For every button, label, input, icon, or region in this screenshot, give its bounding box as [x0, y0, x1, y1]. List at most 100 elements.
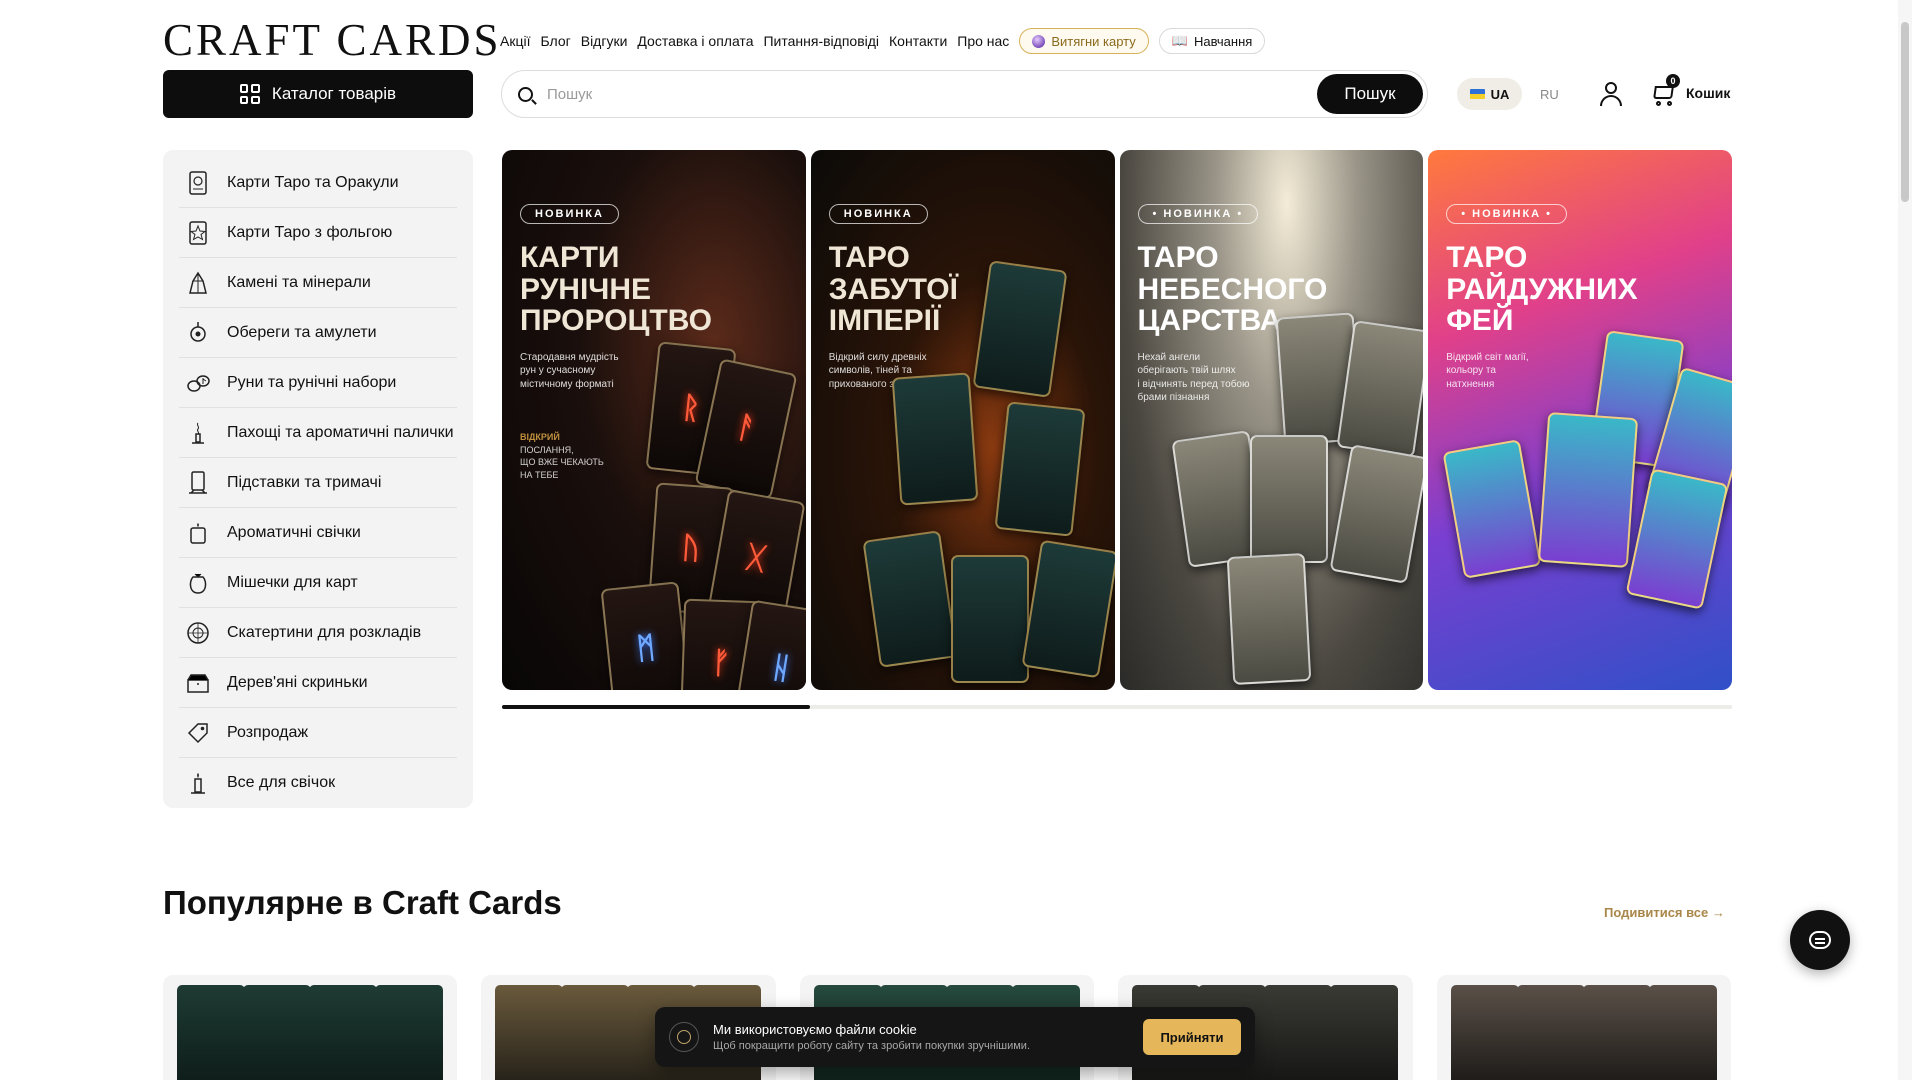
sidebar-item-7[interactable]: Ароматичні свічки	[179, 508, 457, 558]
banner-runic-prophecy[interactable]: НОВИНКА КАРТИ РУНІЧНЕ ПРОРОЦТВО Стародав…	[502, 150, 806, 690]
carousel-progress-fill	[502, 705, 810, 709]
search-input[interactable]	[547, 85, 1317, 103]
sidebar-item-6[interactable]: Підставки та тримачі	[179, 458, 457, 508]
top-navigation: Акції Блог Відгуки Доставка і оплата Пит…	[500, 28, 1266, 54]
sidebar-item-4[interactable]: Руни та рунічні набори	[179, 358, 457, 408]
stand-icon	[183, 468, 213, 498]
banner-card-art	[1120, 312, 1424, 690]
sidebar-item-label: Підставки та тримачі	[227, 473, 382, 491]
section-title: Популярне в Craft Cards	[163, 884, 562, 921]
cart-count-badge: 0	[1666, 74, 1680, 88]
new-badge: • НОВИНКА •	[1137, 204, 1259, 224]
grid-icon	[239, 84, 260, 104]
sidebar-item-3[interactable]: Обереги та амулети	[179, 308, 457, 358]
sidebar-item-10[interactable]: Дерев'яні скриньки	[179, 658, 457, 708]
sidebar-item-5[interactable]: Пахощі та ароматичні палички	[179, 408, 457, 458]
banner-title: КАРТИ РУНІЧНЕ ПРОРОЦТВО	[520, 241, 712, 337]
new-badge: НОВИНКА	[520, 204, 619, 224]
chat-button[interactable]	[1790, 910, 1850, 970]
cookie-banner: Ми використовуємо файли cookie Щоб покра…	[655, 1007, 1255, 1067]
learning-button[interactable]: 📖 Навчання	[1158, 28, 1266, 54]
cookie-icon	[669, 1022, 699, 1052]
nav-link-blog[interactable]: Блог	[540, 33, 570, 49]
incense-icon	[183, 418, 213, 448]
crystal-icon	[183, 268, 213, 298]
arrow-right-icon: →	[1711, 905, 1725, 920]
catalog-label: Каталог товарів	[271, 84, 397, 103]
chat-icon	[1809, 931, 1831, 949]
ukraine-flag-icon	[1469, 89, 1485, 99]
sidebar-item-label: Обереги та амулети	[227, 323, 377, 341]
sidebar-item-label: Розпродаж	[227, 723, 309, 741]
banner-heavenly-kingdom[interactable]: • НОВИНКА • ТАРО НЕБЕСНОГО ЦАРСТВА Нехай…	[1119, 150, 1424, 690]
category-sidebar: Карти Таро та Оракули Карти Таро з фольго…	[163, 150, 473, 808]
cookie-subtitle: Щоб покращити роботу сайту та зробити по…	[713, 1040, 1031, 1052]
learning-label: Навчання	[1193, 33, 1253, 49]
carousel-progress[interactable]	[502, 705, 1732, 709]
wooden-box-icon	[183, 668, 213, 698]
nav-link-reviews[interactable]: Відгуки	[581, 33, 628, 49]
cart-button[interactable]: 0 Кошик	[1650, 74, 1731, 106]
pouch-icon	[183, 568, 213, 598]
sidebar-item-8[interactable]: Мішечки для карт	[179, 558, 457, 608]
nav-link-about[interactable]: Про нас	[957, 33, 1009, 49]
site-logo[interactable]: CRAFT CARDS	[163, 14, 502, 66]
nav-link-contacts[interactable]: Контакти	[889, 33, 947, 49]
see-all-link[interactable]: Подивитися все →	[1604, 905, 1725, 920]
catalog-button[interactable]: Каталог товарів	[163, 70, 473, 118]
sidebar-item-label: Пахощі та ароматичні палички	[227, 423, 454, 441]
accept-cookies-button[interactable]: Прийняти	[1143, 1019, 1241, 1055]
sidebar-item-12[interactable]: Все для свічок	[179, 758, 457, 808]
search-button[interactable]: Пошук	[1317, 74, 1423, 114]
sidebar-item-label: Карти Таро та Оракули	[227, 173, 399, 191]
sidebar-item-2[interactable]: Камені та мінерали	[179, 258, 457, 308]
nav-link-faq[interactable]: Питання-відповіді	[763, 33, 879, 49]
candle-jar-icon	[183, 518, 213, 548]
sidebar-item-0[interactable]: Карти Таро та Оракули	[179, 158, 457, 208]
nav-link-delivery[interactable]: Доставка і оплата	[637, 33, 753, 49]
sidebar-item-label: Руни та рунічні набори	[227, 373, 397, 391]
account-icon[interactable]	[1599, 80, 1623, 108]
banner-rainbow-fairies[interactable]: • НОВИНКА • ТАРО РАЙДУЖНИХ ФЕЙ Відкрий с…	[1428, 150, 1732, 690]
sidebar-item-label: Ароматичні свічки	[227, 523, 361, 541]
search-bar: Пошук	[501, 70, 1428, 118]
sale-icon	[183, 718, 213, 748]
foil-card-icon	[183, 218, 213, 248]
product-card[interactable]	[163, 975, 458, 1080]
page-scrollbar[interactable]	[1898, 0, 1912, 1080]
search-icon	[518, 86, 533, 102]
candle-icon	[183, 768, 213, 798]
draw-card-label: Витягни карту	[1051, 33, 1136, 49]
sidebar-item-label: Все для свічок	[227, 774, 336, 791]
sidebar-item-label: Скатертини для розкладів	[227, 623, 422, 641]
cart-icon: 0	[1650, 74, 1680, 106]
sidebar-item-label: Дерев'яні скриньки	[227, 673, 368, 691]
product-card[interactable]	[1436, 975, 1732, 1080]
amulet-icon	[183, 318, 213, 348]
banner-card-art	[811, 260, 1115, 690]
sidebar-item-label: Мішечки для карт	[227, 573, 358, 591]
cookie-title: Ми використовуємо файли cookie	[713, 1022, 917, 1037]
draw-card-button[interactable]: Витягни карту	[1019, 28, 1149, 54]
cart-label: Кошик	[1686, 85, 1731, 101]
banner-card-art: ᚱ ᚨ ᚢ ᚷ ᛗ ᚠ ᚺ	[502, 341, 806, 690]
banner-forgotten-empire[interactable]: НОВИНКА ТАРО ЗАБУТОЇ ІМПЕРІЇ Відкрий сил…	[810, 150, 1115, 690]
sidebar-item-label: Камені та мінерали	[227, 273, 371, 291]
tablecloth-icon	[183, 618, 213, 648]
language-ua[interactable]: UA	[1457, 78, 1522, 110]
sidebar-item-label: Карти Таро з фольгою	[227, 223, 393, 241]
language-ua-label: UA	[1490, 86, 1510, 102]
language-ru[interactable]: RU	[1540, 78, 1559, 110]
runes-icon	[183, 368, 213, 398]
sidebar-item-1[interactable]: Карти Таро з фольгою	[179, 208, 457, 258]
crystal-ball-icon	[1032, 34, 1046, 48]
tarot-card-icon	[183, 168, 213, 198]
new-badge: НОВИНКА	[828, 204, 928, 224]
banner-title: ТАРО РАЙДУЖНИХ ФЕЙ	[1446, 241, 1638, 337]
nav-link-promotions[interactable]: Акції	[500, 33, 530, 49]
sidebar-item-11[interactable]: Розпродаж	[179, 708, 457, 758]
sidebar-item-9[interactable]: Скатертини для розкладів	[179, 608, 457, 658]
promo-carousel: НОВИНКА КАРТИ РУНІЧНЕ ПРОРОЦТВО Стародав…	[502, 150, 1732, 690]
new-badge: • НОВИНКА •	[1446, 204, 1568, 224]
banner-card-art	[1428, 330, 1732, 690]
